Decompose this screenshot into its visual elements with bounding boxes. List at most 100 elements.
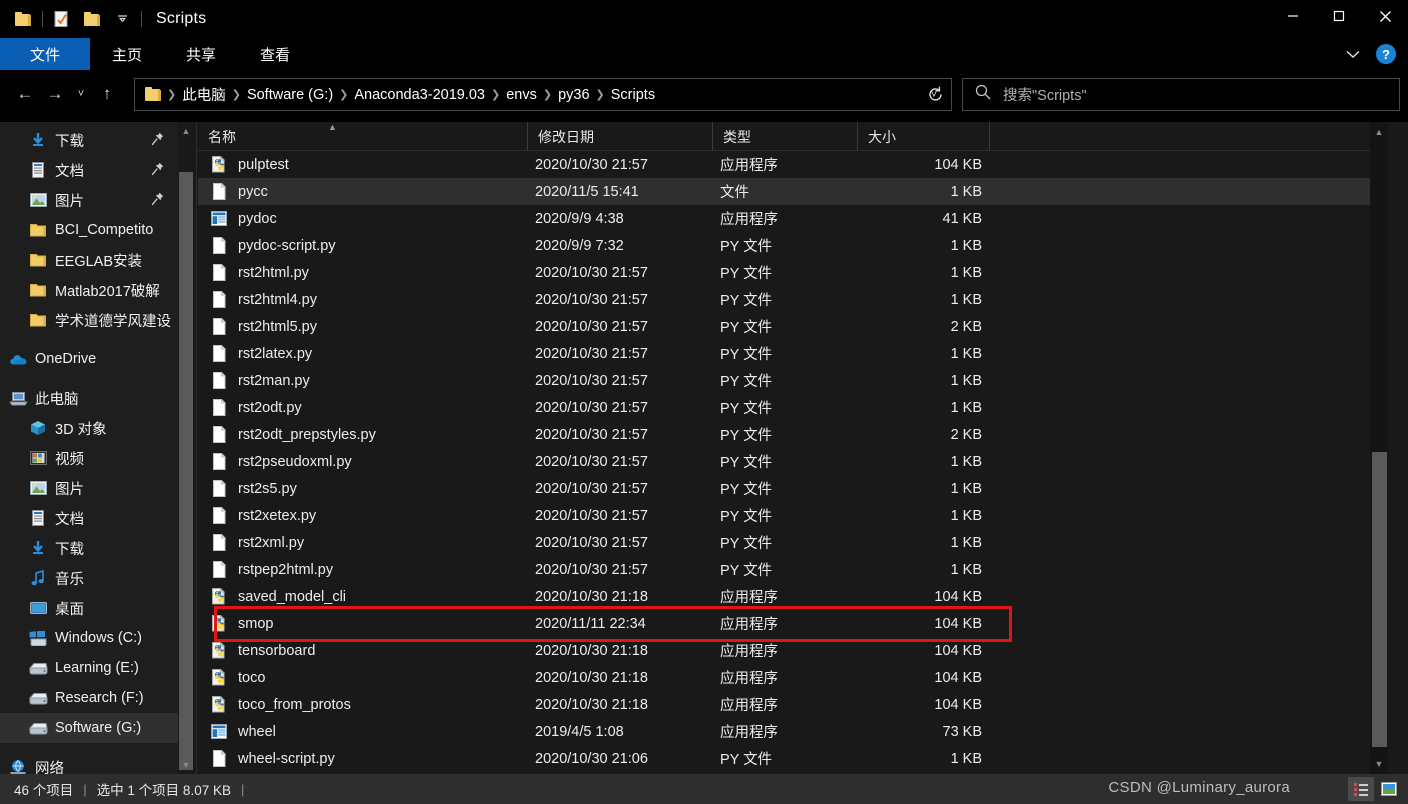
- properties-icon[interactable]: [47, 4, 77, 34]
- column-header-date[interactable]: 修改日期: [528, 122, 713, 151]
- sidebar-item-label: 下载: [55, 133, 84, 150]
- expand-ribbon-chevron-down-icon[interactable]: [1340, 41, 1366, 67]
- sidebar-item-7[interactable]: OneDrive: [0, 344, 178, 374]
- music-icon: [28, 568, 48, 588]
- table-row[interactable]: rstpep2html.py 2020/10/30 21:57 PY 文件 1 KB: [198, 556, 1388, 583]
- nav-scroll-down-arrow-icon[interactable]: ▼: [178, 756, 194, 774]
- address-bar[interactable]: ❯ 此电脑 ❯ Software (G:) ❯ Anaconda3-2019.0…: [134, 78, 952, 111]
- column-header-type[interactable]: 类型: [713, 122, 858, 151]
- sidebar-item-15[interactable]: 桌面: [0, 593, 178, 623]
- refresh-button[interactable]: [918, 78, 952, 111]
- up-button[interactable]: ↑: [92, 78, 122, 110]
- maximize-button[interactable]: [1316, 0, 1362, 32]
- sidebar-item-16[interactable]: Windows (C:): [0, 623, 178, 653]
- table-row[interactable]: rst2odt_prepstyles.py 2020/10/30 21:57 PY …: [198, 421, 1388, 448]
- forward-button[interactable]: →: [40, 78, 70, 110]
- folder-icon[interactable]: [8, 4, 38, 34]
- help-icon[interactable]: ?: [1376, 44, 1396, 64]
- sidebar-item-19[interactable]: Software (G:): [0, 713, 178, 743]
- table-row[interactable]: toco_from_protos 2020/10/30 21:18 应用程序 104 …: [198, 691, 1388, 718]
- column-header-size[interactable]: 大小: [858, 122, 990, 151]
- sidebar-item-20[interactable]: 网络: [0, 752, 178, 774]
- sidebar-item-1[interactable]: 文档: [0, 155, 178, 185]
- tab-home[interactable]: 主页: [90, 38, 164, 70]
- search-box[interactable]: 搜索"Scripts": [962, 78, 1400, 111]
- breadcrumb-item-5[interactable]: Scripts: [606, 85, 660, 105]
- file-name-cell: tensorboard: [198, 642, 528, 660]
- table-row[interactable]: rst2pseudoxml.py 2020/10/30 21:57 PY 文件 1 K…: [198, 448, 1388, 475]
- sidebar-item-0[interactable]: 下载: [0, 125, 178, 155]
- sidebar-item-5[interactable]: Matlab2017破解: [0, 275, 178, 305]
- breadcrumb-item-3[interactable]: envs: [501, 85, 542, 105]
- file-type-cell: PY 文件: [720, 455, 773, 471]
- sidebar-item-4[interactable]: EEGLAB安装: [0, 245, 178, 275]
- sidebar-item-14[interactable]: 音乐: [0, 563, 178, 593]
- minimize-button[interactable]: [1270, 0, 1316, 32]
- list-scroll-down-arrow-icon[interactable]: ▼: [1370, 754, 1388, 774]
- breadcrumb-root-folder-icon[interactable]: [139, 85, 166, 105]
- table-row[interactable]: pulptest 2020/10/30 21:57 应用程序 104 KB: [198, 151, 1388, 178]
- sidebar-item-10[interactable]: 视频: [0, 443, 178, 473]
- 3d-objects-icon: [28, 418, 48, 438]
- large-icons-view-button[interactable]: [1376, 777, 1402, 801]
- table-row[interactable]: smop 2020/11/11 22:34 应用程序 104 KB: [198, 610, 1388, 637]
- sidebar-item-9[interactable]: 3D 对象: [0, 413, 178, 443]
- pin-icon[interactable]: [151, 192, 164, 207]
- file-date-cell: 2020/10/30 21:18: [535, 696, 648, 713]
- table-row[interactable]: rst2odt.py 2020/10/30 21:57 PY 文件 1 KB: [198, 394, 1388, 421]
- file-list-scrollbar[interactable]: ▲ ▼: [1370, 122, 1388, 774]
- breadcrumb-item-2[interactable]: Anaconda3-2019.03: [349, 85, 490, 105]
- tab-file[interactable]: 文件: [0, 38, 91, 70]
- table-row[interactable]: wheel 2019/4/5 1:08 应用程序 73 KB: [198, 718, 1388, 745]
- file-date-cell: 2020/9/9 7:32: [535, 237, 624, 254]
- sidebar-item-12[interactable]: 文档: [0, 503, 178, 533]
- details-view-button[interactable]: [1348, 777, 1374, 801]
- table-row[interactable]: rst2xetex.py 2020/10/30 21:57 PY 文件 1 KB: [198, 502, 1388, 529]
- list-scroll-up-arrow-icon[interactable]: ▲: [1370, 122, 1388, 142]
- table-row[interactable]: wheel-script.py 2020/10/30 21:06 PY 文件 1 KB: [198, 745, 1388, 772]
- sidebar-item-2[interactable]: 图片: [0, 185, 178, 215]
- table-row[interactable]: rst2html5.py 2020/10/30 21:57 PY 文件 2 KB: [198, 313, 1388, 340]
- tab-view[interactable]: 查看: [238, 38, 312, 70]
- status-separator-2: |: [240, 781, 245, 797]
- breadcrumb-item-0[interactable]: 此电脑: [177, 82, 231, 107]
- breadcrumb-item-1[interactable]: Software (G:): [242, 85, 338, 105]
- column-header-name[interactable]: ▲ 名称: [198, 122, 528, 151]
- column-header-type-label: 类型: [723, 128, 751, 145]
- sidebar-item-8[interactable]: 此电脑: [0, 383, 178, 413]
- sidebar-item-13[interactable]: 下载: [0, 533, 178, 563]
- pane-splitter[interactable]: [196, 122, 197, 774]
- tab-share[interactable]: 共享: [164, 38, 238, 70]
- table-row[interactable]: rst2xml.py 2020/10/30 21:57 PY 文件 1 KB: [198, 529, 1388, 556]
- py-file-icon: [210, 453, 228, 471]
- sidebar-item-17[interactable]: Learning (E:): [0, 653, 178, 683]
- table-row[interactable]: saved_model_cli 2020/10/30 21:18 应用程序 104 K…: [198, 583, 1388, 610]
- table-row[interactable]: rst2latex.py 2020/10/30 21:57 PY 文件 1 KB: [198, 340, 1388, 367]
- navigation-pane-scrollbar[interactable]: ▲ ▼: [178, 122, 194, 774]
- table-row[interactable]: rst2s5.py 2020/10/30 21:57 PY 文件 1 KB: [198, 475, 1388, 502]
- table-row[interactable]: tensorboard 2020/10/30 21:18 应用程序 104 KB: [198, 637, 1388, 664]
- sidebar-item-18[interactable]: Research (F:): [0, 683, 178, 713]
- sidebar-item-11[interactable]: 图片: [0, 473, 178, 503]
- table-row[interactable]: rst2html4.py 2020/10/30 21:57 PY 文件 1 KB: [198, 286, 1388, 313]
- table-row[interactable]: toco 2020/10/30 21:18 应用程序 104 KB: [198, 664, 1388, 691]
- nav-scroll-thumb[interactable]: [179, 172, 193, 770]
- table-row[interactable]: rst2man.py 2020/10/30 21:57 PY 文件 1 KB: [198, 367, 1388, 394]
- nav-scroll-up-arrow-icon[interactable]: ▲: [178, 122, 194, 140]
- table-row[interactable]: pycc 2020/11/5 15:41 文件 1 KB: [198, 178, 1388, 205]
- list-scroll-thumb[interactable]: [1372, 452, 1387, 747]
- pin-icon[interactable]: [151, 162, 164, 177]
- customize-dropdown-icon[interactable]: [107, 4, 137, 34]
- pin-icon[interactable]: [151, 132, 164, 147]
- table-row[interactable]: pydoc 2020/9/9 4:38 应用程序 41 KB: [198, 205, 1388, 232]
- breadcrumb-item-4[interactable]: py36: [553, 85, 594, 105]
- sidebar-item-3[interactable]: BCI_Competito: [0, 215, 178, 245]
- recent-locations-chevron-down-icon[interactable]: ˅: [70, 78, 92, 110]
- table-row[interactable]: pydoc-script.py 2020/9/9 7:32 PY 文件 1 KB: [198, 232, 1388, 259]
- table-row[interactable]: rst2html.py 2020/10/30 21:57 PY 文件 1 KB: [198, 259, 1388, 286]
- download-icon: [28, 130, 48, 150]
- new-folder-icon[interactable]: [77, 4, 107, 34]
- sidebar-item-6[interactable]: 学术道德学风建设: [0, 305, 178, 335]
- close-button[interactable]: [1362, 0, 1408, 32]
- back-button[interactable]: ←: [10, 78, 40, 110]
